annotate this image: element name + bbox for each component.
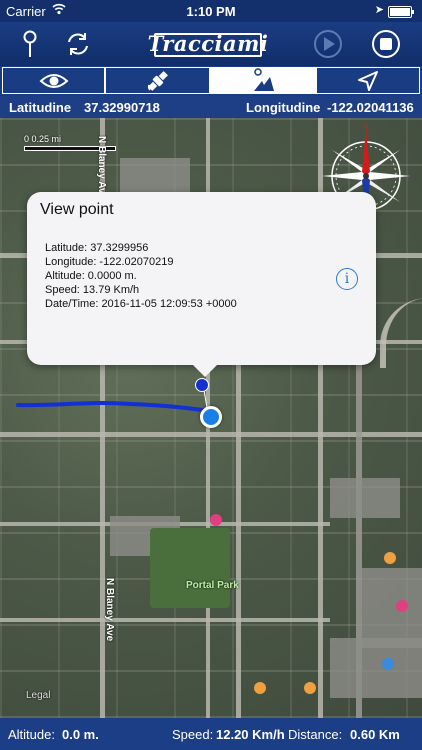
status-time: 1:10 PM bbox=[186, 4, 236, 19]
map-poi-icon[interactable] bbox=[210, 514, 222, 526]
coordinates-bar: Latitudine 37.32990718 Longitudine -122.… bbox=[0, 96, 422, 118]
longitude-value: -122.02041136 bbox=[327, 100, 414, 115]
popup-latitude: Latitude: 37.3299956 bbox=[45, 242, 149, 254]
info-icon[interactable]: i bbox=[336, 268, 358, 290]
popup-datetime: Date/Time: 2016-11-05 12:09:53 +0000 bbox=[45, 298, 237, 310]
map-pin-icon[interactable] bbox=[195, 378, 209, 392]
map-poi-icon[interactable] bbox=[254, 682, 266, 694]
status-bar: Carrier 1:10 PM ➤ bbox=[0, 0, 422, 22]
app-logo: Tracciami bbox=[146, 29, 270, 59]
distance-value: 0.60 Km bbox=[350, 727, 400, 742]
stats-bar: Altitude: 0.0 m. Speed: 12.20 Km/h Dista… bbox=[0, 718, 422, 750]
refresh-icon bbox=[68, 33, 88, 55]
current-location-icon[interactable] bbox=[200, 406, 222, 428]
play-icon bbox=[314, 30, 342, 58]
pin-icon bbox=[23, 30, 37, 57]
popup-altitude: Altitude: 0.0000 m. bbox=[45, 270, 137, 282]
mode-tabs bbox=[0, 66, 422, 96]
longitude-label: Longitudine bbox=[246, 100, 321, 115]
popup-longitude: Longitude: -122.02070219 bbox=[45, 256, 174, 268]
refresh-button[interactable] bbox=[62, 28, 94, 60]
popup-speed: Speed: 13.79 Km/h bbox=[45, 284, 140, 296]
altitude-value: 0.0 m. bbox=[62, 727, 99, 742]
map-poi-icon[interactable] bbox=[304, 682, 316, 694]
tab-navigate[interactable] bbox=[316, 67, 420, 94]
latitude-label: Latitudine bbox=[9, 100, 72, 115]
altitude-label: Altitude: bbox=[8, 727, 55, 742]
map-poi-icon[interactable] bbox=[384, 552, 396, 564]
play-button[interactable] bbox=[312, 28, 344, 60]
tab-view[interactable] bbox=[2, 67, 105, 94]
distance-label: Distance: bbox=[288, 727, 343, 742]
battery-icon bbox=[388, 6, 414, 18]
view-point-popup: View point Latitude: 37.3299956 Longitud… bbox=[27, 192, 376, 377]
stop-button[interactable] bbox=[370, 28, 402, 60]
speed-value: 12.20 Km/h bbox=[216, 727, 285, 742]
satellite-icon bbox=[147, 70, 168, 91]
tab-route[interactable] bbox=[210, 67, 316, 94]
popup-title: View point bbox=[40, 201, 114, 218]
map-poi-icon[interactable] bbox=[382, 658, 394, 670]
toolbar: Tracciami bbox=[0, 22, 422, 66]
latitude-value: 37.32990718 bbox=[84, 100, 160, 115]
pin-button[interactable] bbox=[14, 28, 46, 60]
app-brand: Tracciami bbox=[147, 31, 269, 56]
eye-icon bbox=[39, 73, 68, 88]
tab-satellite[interactable] bbox=[105, 67, 210, 94]
location-services-icon: ➤ bbox=[374, 4, 384, 16]
stop-icon bbox=[372, 30, 400, 58]
map-poi-icon[interactable] bbox=[396, 600, 408, 612]
location-arrow-icon bbox=[358, 70, 378, 91]
route-icon bbox=[254, 67, 274, 91]
speed-label: Speed: bbox=[172, 727, 214, 742]
